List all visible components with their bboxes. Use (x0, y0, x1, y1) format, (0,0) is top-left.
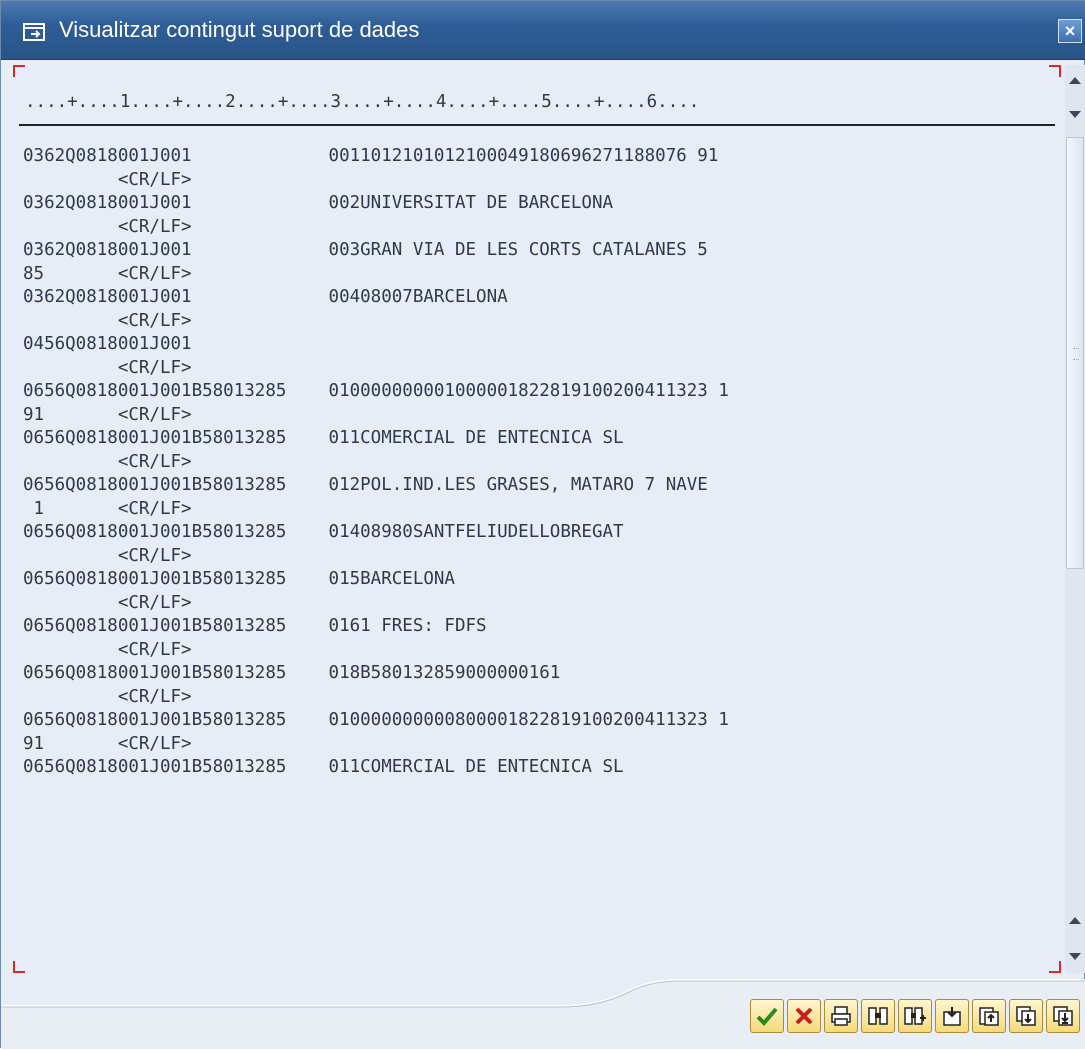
content-line: 0656Q0818001J001B58013285 011COMERCIAL D… (23, 757, 624, 777)
content-line: 0656Q0818001J001B58013285 018B5801328590… (23, 663, 561, 683)
content-line: 0656Q0818001J001B58013285 01000000000100… (23, 381, 729, 401)
content-line: <CR/LF> (23, 357, 192, 378)
content-line: 0362Q0818001J001 002UNIVERSITAT DE BARCE… (23, 193, 614, 213)
scroll-down-bottom-icon[interactable] (1069, 953, 1081, 960)
find-next-icon (904, 1007, 926, 1025)
column-ruler: ....+....1....+....2....+....3....+....4… (25, 92, 700, 112)
close-button[interactable]: × (1058, 19, 1082, 43)
window-title: Visualitzar contingut suport de dades (59, 17, 420, 42)
content-line: 0656Q0818001J001B58013285 01000000000080… (23, 710, 729, 730)
content-line: 0656Q0818001J001B58013285 012POL.IND.LES… (23, 475, 708, 495)
content-line: <CR/LF> (23, 592, 192, 613)
scrollbar-thumb[interactable] (1066, 137, 1084, 569)
content-line: 91 <CR/LF> (23, 733, 192, 754)
last-page-button[interactable] (1046, 999, 1080, 1033)
content-line: <CR/LF> (23, 639, 192, 660)
data-carrier-dialog: Visualitzar contingut suport de dades × … (0, 0, 1085, 1049)
cancel-icon (795, 1007, 813, 1025)
print-button[interactable] (824, 999, 858, 1033)
previous-page-button[interactable] (972, 999, 1006, 1033)
continue-button[interactable] (750, 999, 784, 1033)
content-line: 0656Q0818001J001B58013285 011COMERCIAL D… (23, 428, 624, 448)
content-line: 0362Q0818001J001 00110121010121000491806… (23, 146, 719, 166)
content-line: <CR/LF> (23, 451, 192, 472)
content-line: 0362Q0818001J001 003GRAN VIA DE LES CORT… (23, 240, 708, 260)
scroll-up-top-icon[interactable] (1069, 77, 1081, 84)
content-line: 0656Q0818001J001B58013285 015BARCELONA (23, 569, 455, 589)
grip-icon (1073, 348, 1079, 360)
footer-bar (1, 976, 1085, 1049)
content-line: <CR/LF> (23, 310, 192, 331)
content-line: 1 <CR/LF> (23, 498, 192, 519)
content-line: 85 <CR/LF> (23, 263, 192, 284)
print-icon (831, 1006, 851, 1026)
dialog-toolbar (750, 999, 1080, 1033)
content-line: <CR/LF> (23, 686, 192, 707)
selection-corner (1049, 65, 1061, 77)
content-line: 0362Q0818001J001 00408007BARCELONA (23, 287, 508, 307)
next-page-icon (1016, 1006, 1036, 1026)
scroll-up-bottom-icon[interactable] (1069, 917, 1081, 924)
content-line: 0656Q0818001J001B58013285 01408980SANTFE… (23, 522, 624, 542)
first-page-icon (943, 1007, 961, 1026)
content-line: <CR/LF> (23, 216, 192, 237)
selection-corner (1049, 961, 1061, 973)
content-line: <CR/LF> (23, 169, 192, 190)
close-icon: × (1064, 21, 1076, 41)
content-line: 0656Q0818001J001B58013285 0161 FRES: FDF… (23, 616, 487, 636)
find-icon (868, 1007, 888, 1025)
scroll-down-top-icon[interactable] (1069, 111, 1081, 118)
find-button[interactable] (861, 999, 895, 1033)
content-line: 0456Q0818001J001 (23, 334, 192, 354)
continue-icon (756, 1007, 778, 1026)
title-bar: Visualitzar contingut suport de dades × (1, 1, 1085, 60)
record-lines: 0362Q0818001J001 00110121010121000491806… (23, 145, 729, 780)
ruler-divider (19, 124, 1055, 126)
last-page-icon (1053, 1006, 1073, 1026)
selection-corner (13, 65, 25, 77)
previous-page-icon (979, 1007, 999, 1026)
selection-corner (13, 961, 25, 973)
vertical-scrollbar[interactable] (1065, 65, 1085, 973)
find-next-button[interactable] (898, 999, 932, 1033)
first-page-button[interactable] (935, 999, 969, 1033)
window-icon (23, 23, 45, 41)
next-page-button[interactable] (1009, 999, 1043, 1033)
cancel-button[interactable] (787, 999, 821, 1033)
file-content-view[interactable]: ....+....1....+....2....+....3....+....4… (13, 65, 1061, 973)
content-line: <CR/LF> (23, 545, 192, 566)
content-line: 91 <CR/LF> (23, 404, 192, 425)
